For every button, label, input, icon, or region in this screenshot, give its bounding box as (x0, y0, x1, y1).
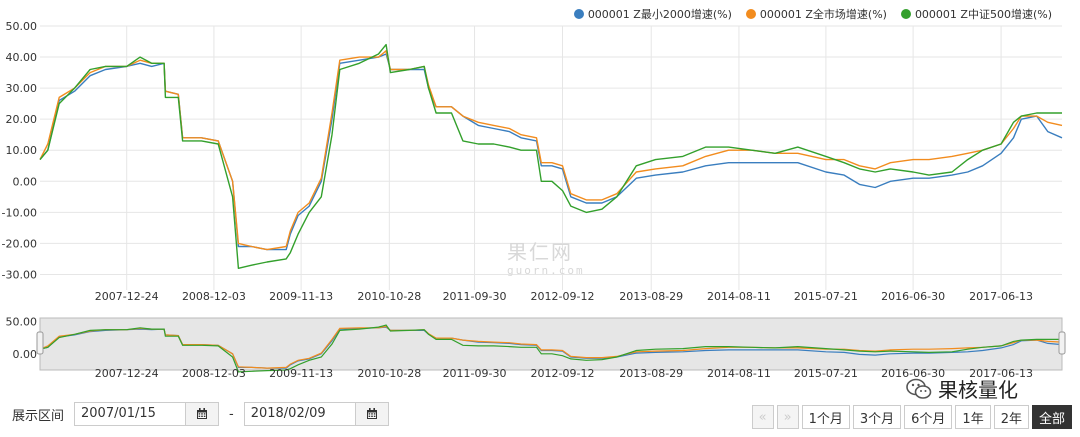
y-tick-label: -10.00 (2, 206, 37, 219)
double-left-arrow-icon: « (758, 409, 767, 425)
series-line-2 (39, 43, 1062, 269)
end-date-input[interactable]: 2018/02/09 (243, 402, 355, 426)
period-2y-button[interactable]: 2年 (993, 405, 1029, 429)
period-1m-button[interactable]: 1个月 (801, 405, 850, 429)
period-6m-button[interactable]: 6个月 (904, 405, 953, 429)
range-label: 展示区间 (12, 408, 65, 424)
navigator-left-handle (36, 331, 44, 355)
period-all-button[interactable]: 全部 (1031, 405, 1072, 429)
main-chart: 50.00 40.00 30.00 20.00 10.00 0.00 -10.00 -20.0… (2, 20, 1066, 380)
legend: 000001 Z最小2000增速(%) 000001 Z全市场增速(%) 000… (573, 6, 1052, 22)
legend-dot-min2000 (573, 9, 584, 19)
period-3m-button[interactable]: 3个月 (852, 405, 902, 429)
navigator-x-tick-label: 2010-10-28 (357, 367, 421, 380)
navigator-x-tick-label: 2007-12-24 (95, 367, 159, 380)
prev-period-button[interactable]: « (751, 405, 774, 429)
start-calendar-button[interactable] (185, 402, 220, 426)
legend-dot-csi500 (900, 9, 911, 19)
legend-item-csi500[interactable]: 000001 Z中证500增速(%) (900, 6, 1052, 22)
chart-root: 50.00 40.00 30.00 20.00 10.00 0.00 -10.00 -20.0… (0, 0, 1080, 437)
legend-dot-all-market (745, 9, 756, 19)
legend-label-csi500: 000001 Z中证500增速(%) (914, 8, 1052, 21)
navigator-x-tick-label: 2009-11-13 (269, 367, 333, 380)
x-tick-label: 2013-08-29 (619, 290, 683, 303)
range-controls: 展示区间 2007/01/15 - 2018/02/09 (12, 402, 389, 426)
x-tick-label: 2017-06-13 (969, 290, 1033, 303)
navigator-x-tick-label: 2013-08-29 (619, 367, 683, 380)
x-tick-label: 2016-06-30 (881, 290, 945, 303)
brand-text: 果核量化 (938, 378, 1018, 402)
date-dash: - (229, 406, 234, 422)
calendar-icon (366, 408, 377, 419)
brand-logo: 果核量化 (906, 374, 1018, 403)
y-tick-label: 50.00 (6, 20, 38, 33)
calendar-icon (197, 408, 208, 419)
next-period-button[interactable]: » (776, 405, 799, 429)
watermark-en: guorn.com (507, 264, 585, 277)
y-tick-label: 10.00 (6, 144, 38, 157)
double-right-arrow-icon: » (783, 409, 792, 425)
y-tick-label: -20.00 (2, 237, 37, 250)
y-tick-label: 0.00 (13, 175, 38, 188)
x-tick-label: 2008-12-03 (182, 290, 246, 303)
legend-item-min2000[interactable]: 000001 Z最小2000增速(%) (573, 6, 732, 22)
x-tick-label: 2011-09-30 (443, 290, 507, 303)
y-tick-label: -30.00 (2, 268, 37, 281)
end-calendar-button[interactable] (354, 402, 389, 426)
series-line-0 (39, 53, 1063, 251)
watermark-cn: 果仁网 (507, 240, 573, 264)
wechat-icon (906, 378, 932, 399)
x-tick-label: 2010-10-28 (357, 290, 421, 303)
period-buttons: « » 1个月 3个月 6个月 1年 2年 全部 (751, 405, 1072, 429)
y-tick-label: 30.00 (6, 82, 38, 95)
y-tick-label: 20.00 (6, 113, 38, 126)
navigator-x-tick-label: 2011-09-30 (443, 367, 507, 380)
start-date-input[interactable]: 2007/01/15 (74, 402, 186, 426)
navigator-y-tick-label: 50.00 (6, 315, 38, 328)
x-tick-label: 2015-07-21 (794, 290, 858, 303)
legend-label-all-market: 000001 Z全市场增速(%) (759, 8, 887, 21)
x-tick-label: 2014-08-11 (707, 290, 771, 303)
x-tick-label: 2012-09-12 (531, 290, 595, 303)
legend-item-all-market[interactable]: 000001 Z全市场增速(%) (745, 6, 887, 22)
navigator-y-tick-label: 0.00 (13, 348, 38, 361)
legend-label-min2000: 000001 Z最小2000增速(%) (587, 8, 732, 21)
x-tick-label: 2009-11-13 (269, 290, 333, 303)
x-tick-label: 2007-12-24 (95, 290, 159, 303)
navigator-right-handle (1058, 331, 1066, 355)
navigator-x-tick-label: 2008-12-03 (182, 367, 246, 380)
y-tick-label: 40.00 (6, 51, 38, 64)
navigator-x-tick-label: 2015-07-21 (794, 367, 858, 380)
navigator-x-tick-label: 2014-08-11 (707, 367, 771, 380)
navigator-x-tick-label: 2012-09-12 (531, 367, 595, 380)
period-1y-button[interactable]: 1年 (955, 405, 991, 429)
